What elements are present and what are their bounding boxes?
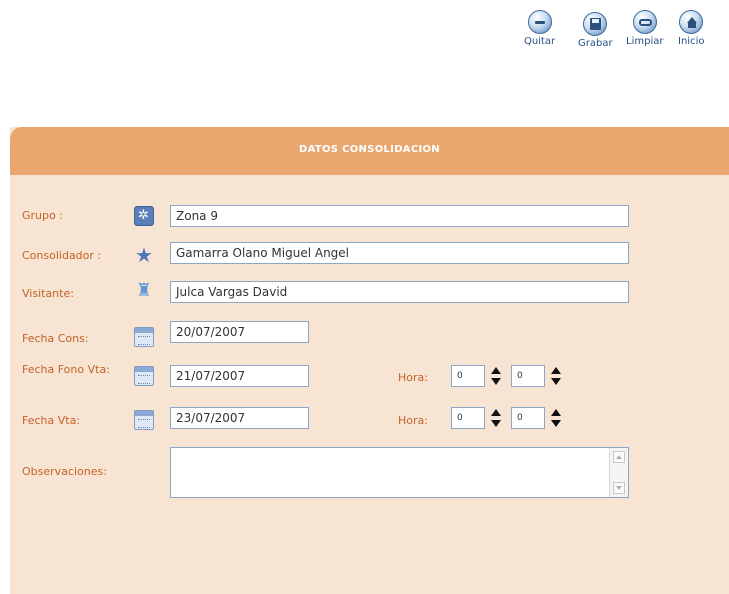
hora-label: Hora: (398, 414, 428, 427)
fecha-cons-label: Fecha Cons: (22, 332, 89, 345)
quitar-button[interactable]: Quitar (524, 10, 555, 47)
grupo-field[interactable]: Zona 9 (170, 205, 629, 227)
limpiar-button[interactable]: Limpiar (626, 10, 663, 47)
fecha-fono-field[interactable]: 21/07/2007 (170, 365, 309, 387)
limpiar-label: Limpiar (626, 36, 664, 47)
calendar-icon[interactable] (134, 410, 154, 430)
group-icon[interactable] (134, 206, 154, 226)
home-icon (679, 10, 704, 34)
calendar-icon[interactable] (134, 366, 154, 386)
grabar-button[interactable]: Grabar (578, 12, 613, 49)
scrollbar[interactable] (609, 448, 628, 497)
consolidador-label: Consolidador : (22, 249, 102, 262)
save-icon (583, 12, 608, 36)
hora-stepper[interactable] (491, 407, 501, 429)
fecha-vta-field[interactable]: 23/07/2007 (170, 407, 309, 429)
hora-input[interactable]: 0 (451, 407, 485, 429)
toolbar: Quitar Grabar Limpiar Inicio (0, 0, 729, 70)
observaciones-label: Observaciones: (22, 465, 107, 478)
minuto-input[interactable]: 0 (511, 407, 545, 429)
eraser-icon (632, 10, 657, 34)
scroll-up-icon[interactable] (613, 451, 625, 463)
person-icon[interactable]: ♜ (134, 281, 154, 301)
visitante-field[interactable]: Julca Vargas David (170, 281, 629, 303)
calendar-icon[interactable] (134, 327, 154, 347)
visitante-label: Visitante: (22, 287, 74, 300)
panel-header: DATOS CONSOLIDACION (10, 127, 729, 175)
consolidador-field[interactable]: Gamarra Olano Miguel Angel (170, 242, 629, 264)
minuto-stepper[interactable] (551, 365, 561, 387)
minuto-input[interactable]: 0 (511, 365, 545, 387)
star-icon[interactable]: ★ (134, 245, 154, 265)
fecha-cons-field[interactable]: 20/07/2007 (170, 321, 309, 343)
hora-input[interactable]: 0 (451, 365, 485, 387)
minuto-stepper[interactable] (551, 407, 561, 429)
consolidation-panel: DATOS CONSOLIDACION Grupo : Zona 9 Conso… (10, 127, 729, 594)
grupo-label: Grupo : (22, 209, 63, 222)
hora-stepper[interactable] (491, 365, 501, 387)
inicio-label: Inicio (678, 36, 705, 47)
grabar-label: Grabar (578, 38, 613, 49)
panel-title: DATOS CONSOLIDACION (299, 144, 440, 155)
remove-icon (527, 10, 552, 34)
quitar-label: Quitar (524, 36, 556, 47)
fecha-vta-label: Fecha Vta: (22, 414, 81, 427)
scroll-down-icon[interactable] (613, 482, 625, 494)
inicio-button[interactable]: Inicio (678, 10, 704, 47)
observaciones-field[interactable] (170, 447, 629, 498)
fecha-fono-label: Fecha Fono Vta: (22, 363, 110, 376)
hora-label: Hora: (398, 371, 428, 384)
